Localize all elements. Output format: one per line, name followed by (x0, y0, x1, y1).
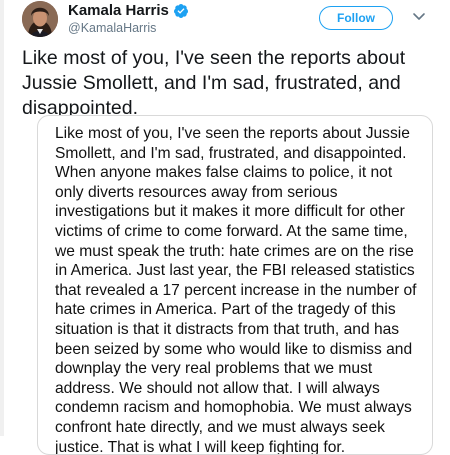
follow-button[interactable]: Follow (319, 6, 393, 30)
user-handle[interactable]: @KamalaHarris (68, 21, 156, 35)
name-row: Kamala Harris (68, 2, 189, 19)
verified-badge-icon (173, 3, 189, 19)
chevron-down-icon[interactable] (412, 12, 426, 22)
left-scroll-edge (0, 0, 4, 436)
tweet-header: Kamala Harris @KamalaHarris Follow (0, 0, 450, 38)
avatar[interactable] (22, 1, 58, 37)
avatar-image (22, 1, 58, 37)
display-name[interactable]: Kamala Harris (68, 2, 169, 19)
statement-image[interactable]: Like most of you, I've seen the reports … (37, 115, 433, 455)
statement-text: Like most of you, I've seen the reports … (55, 125, 417, 455)
tweet-text: Like most of you, I've seen the reports … (22, 47, 406, 119)
